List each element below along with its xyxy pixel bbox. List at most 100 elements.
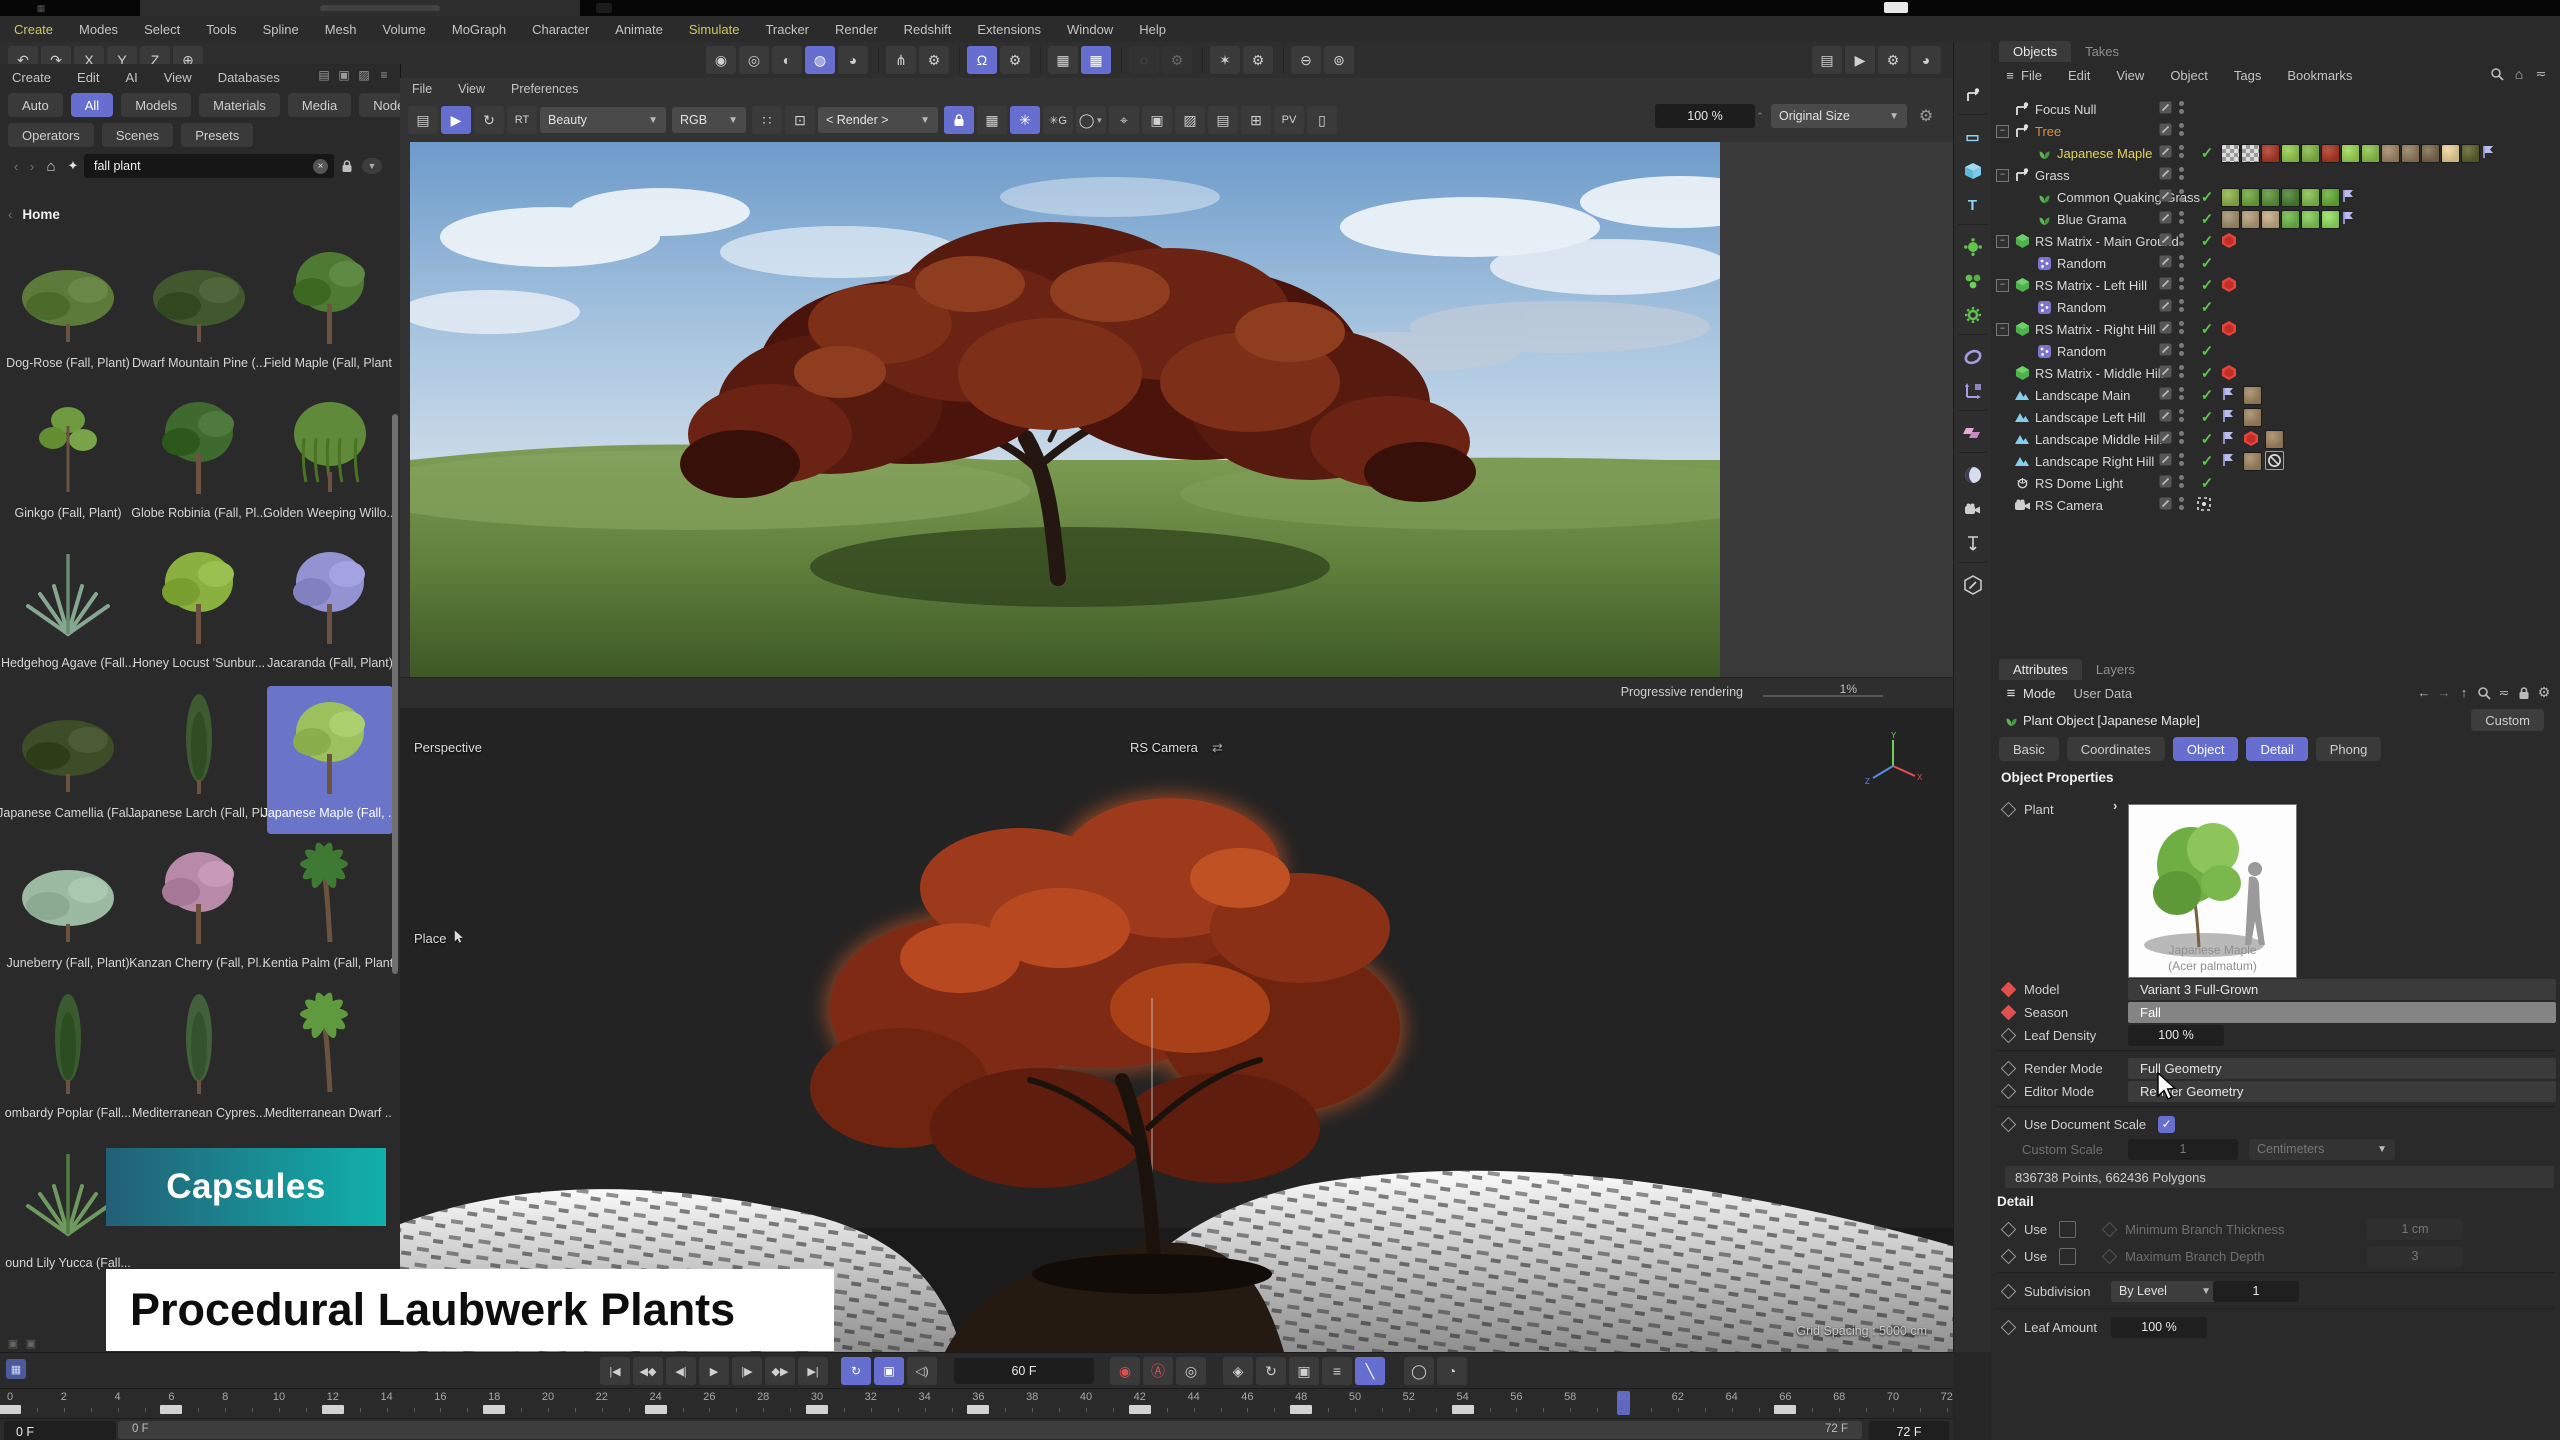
- tool-text-object-icon[interactable]: T: [1958, 190, 1987, 220]
- document-tab[interactable]: [140, 0, 580, 16]
- enabled-check[interactable]: ✓: [2197, 430, 2217, 448]
- visibility-dots[interactable]: [2179, 343, 2184, 356]
- toolbar-field-force-settings-icon[interactable]: ⚙: [1000, 46, 1030, 74]
- material-swatch[interactable]: [2261, 188, 2280, 207]
- sound-icon[interactable]: ◁): [907, 1357, 937, 1385]
- keyframe-selection-icon[interactable]: ◎: [1176, 1357, 1206, 1385]
- filter-auto[interactable]: Auto: [8, 93, 63, 117]
- tool-simulation-settings-icon[interactable]: [1958, 300, 1987, 330]
- tool-environment-icon[interactable]: [1958, 460, 1987, 490]
- visibility-dots[interactable]: [2179, 321, 2184, 334]
- menu-select[interactable]: Select: [144, 22, 180, 37]
- object-row[interactable]: −RS Matrix - Main Ground✓: [1991, 230, 2560, 252]
- visibility-dots[interactable]: [2179, 453, 2184, 466]
- asset-item[interactable]: Japanese Maple (Fall, ...: [267, 686, 392, 834]
- end-frame-field[interactable]: 72 F: [1869, 1421, 1949, 1440]
- asset-item[interactable]: Dog-Rose (Fall, Plant): [5, 236, 131, 384]
- attr-tab-coordinates[interactable]: Coordinates: [2067, 737, 2165, 761]
- keyframe-marker[interactable]: [645, 1405, 667, 1414]
- edit-tag-icon[interactable]: [2159, 255, 2172, 271]
- range-slider[interactable]: 0 F 72 F: [118, 1421, 1862, 1439]
- perspective-viewport[interactable]: Perspective RS Camera ⇄ Y X Z Place Grid…: [400, 708, 1953, 1352]
- key-parameters-icon[interactable]: ≡: [1322, 1357, 1352, 1385]
- material-swatch[interactable]: [2241, 188, 2260, 207]
- attr-tab-phong[interactable]: Phong: [2316, 737, 2382, 761]
- object-row[interactable]: Random✓: [1991, 296, 2560, 318]
- edit-tag-icon[interactable]: [2159, 145, 2172, 161]
- edit-tag-icon[interactable]: [2159, 453, 2172, 469]
- forward-arrow-icon[interactable]: ›: [24, 159, 40, 174]
- enabled-check[interactable]: ✓: [2197, 276, 2217, 294]
- asset-item[interactable]: Japanese Camellia (Fal...: [5, 686, 131, 834]
- object-row[interactable]: Common Quaking Grass✓: [1991, 186, 2560, 208]
- menu-tools[interactable]: Tools: [206, 22, 236, 37]
- enabled-check[interactable]: ✓: [2197, 232, 2217, 250]
- place-tool-label[interactable]: Place: [414, 930, 465, 947]
- size-mode-dropdown[interactable]: Original Size▼: [1771, 104, 1907, 128]
- asset-item[interactable]: Field Maple (Fall, Plant): [267, 236, 392, 384]
- render-view-crop[interactable]: ⊡: [785, 106, 815, 134]
- leaf-density-input[interactable]: 100 %: [2128, 1025, 2224, 1046]
- render-view-focus-region[interactable]: ⌖: [1109, 106, 1139, 134]
- transport-3[interactable]: ▶: [699, 1357, 729, 1385]
- om-menu-file[interactable]: File: [2021, 68, 2042, 83]
- edit-tag-icon[interactable]: [2159, 365, 2172, 381]
- keyframe-marker[interactable]: [1129, 1405, 1151, 1414]
- filter-media[interactable]: Media: [288, 93, 351, 117]
- toolbar-collider-icon[interactable]: ◍: [805, 46, 835, 74]
- menu-redshift[interactable]: Redshift: [904, 22, 952, 37]
- menu-extensions[interactable]: Extensions: [977, 22, 1041, 37]
- timeline-mode-icon[interactable]: ▦: [6, 1359, 26, 1379]
- toolbar-particles-icon[interactable]: ◌: [1129, 46, 1159, 74]
- search-input[interactable]: fall plant ×: [84, 154, 334, 178]
- key-position-icon[interactable]: ◈: [1223, 1357, 1253, 1385]
- gear-icon[interactable]: ⚙: [1913, 106, 1939, 126]
- om-menu-edit[interactable]: Edit: [2068, 68, 2090, 83]
- menu-mesh[interactable]: Mesh: [325, 22, 357, 37]
- keyframe-marker[interactable]: [160, 1405, 182, 1414]
- menu-character[interactable]: Character: [532, 22, 589, 37]
- subdivision-mode-dropdown[interactable]: By Level▼: [2111, 1281, 2219, 1302]
- filter-presets[interactable]: Presets: [181, 123, 253, 147]
- object-row[interactable]: Japanese Maple✓: [1991, 142, 2560, 164]
- asset-item[interactable]: Globe Robinia (Fall, Pl...: [136, 386, 262, 534]
- toolbar-grid-b-icon[interactable]: ▦: [1081, 46, 1111, 74]
- tool-deformer-icon[interactable]: [1958, 342, 1987, 372]
- menu-window[interactable]: Window: [1067, 22, 1113, 37]
- zoom-input[interactable]: 100 %: [1655, 104, 1755, 128]
- attr-lock-icon[interactable]: [2514, 686, 2534, 700]
- enabled-check[interactable]: ✓: [2197, 298, 2217, 316]
- enabled-check[interactable]: ✓: [2197, 474, 2217, 492]
- menu-help[interactable]: Help: [1139, 22, 1166, 37]
- tool-capsule-editor-icon[interactable]: [1958, 570, 1987, 600]
- filter-models[interactable]: Models: [121, 93, 191, 117]
- edit-tag-icon[interactable]: [2159, 123, 2172, 139]
- visibility-dots[interactable]: [2179, 299, 2184, 312]
- asset-menu-create[interactable]: Create: [12, 70, 51, 85]
- visibility-dots[interactable]: [2179, 123, 2184, 136]
- visibility-dots[interactable]: [2179, 497, 2184, 510]
- annotation-flag-icon[interactable]: [2221, 408, 2236, 427]
- visibility-dots[interactable]: [2179, 167, 2184, 180]
- visibility-dots[interactable]: [2179, 475, 2184, 488]
- render-view-menu-file[interactable]: File: [412, 82, 432, 96]
- asset-item[interactable]: Honey Locust 'Sunbur...: [136, 536, 262, 684]
- redshift-tag-icon[interactable]: [2221, 364, 2237, 384]
- material-swatch[interactable]: [2301, 188, 2320, 207]
- keyframe-marker[interactable]: [1452, 1405, 1474, 1414]
- annotation-flag-icon[interactable]: [2221, 452, 2236, 471]
- visibility-dots[interactable]: [2179, 387, 2184, 400]
- asset-item[interactable]: Kentia Palm (Fall, Plant): [267, 836, 392, 984]
- keyframe-marker[interactable]: [806, 1405, 828, 1414]
- loop-icon[interactable]: ↻: [841, 1357, 871, 1385]
- enabled-check[interactable]: ✓: [2197, 188, 2217, 206]
- key-rotation-icon[interactable]: ↻: [1256, 1357, 1286, 1385]
- visibility-dots[interactable]: [2179, 277, 2184, 290]
- tool-mograph-icon[interactable]: [1958, 418, 1987, 448]
- annotation-flag-icon[interactable]: [2221, 430, 2236, 449]
- edit-tag-icon[interactable]: [2159, 299, 2172, 315]
- menu-volume[interactable]: Volume: [383, 22, 426, 37]
- edit-tag-icon[interactable]: [2159, 431, 2172, 447]
- menu-modes[interactable]: Modes: [79, 22, 118, 37]
- asset-window-icon-0[interactable]: ▤: [314, 68, 334, 82]
